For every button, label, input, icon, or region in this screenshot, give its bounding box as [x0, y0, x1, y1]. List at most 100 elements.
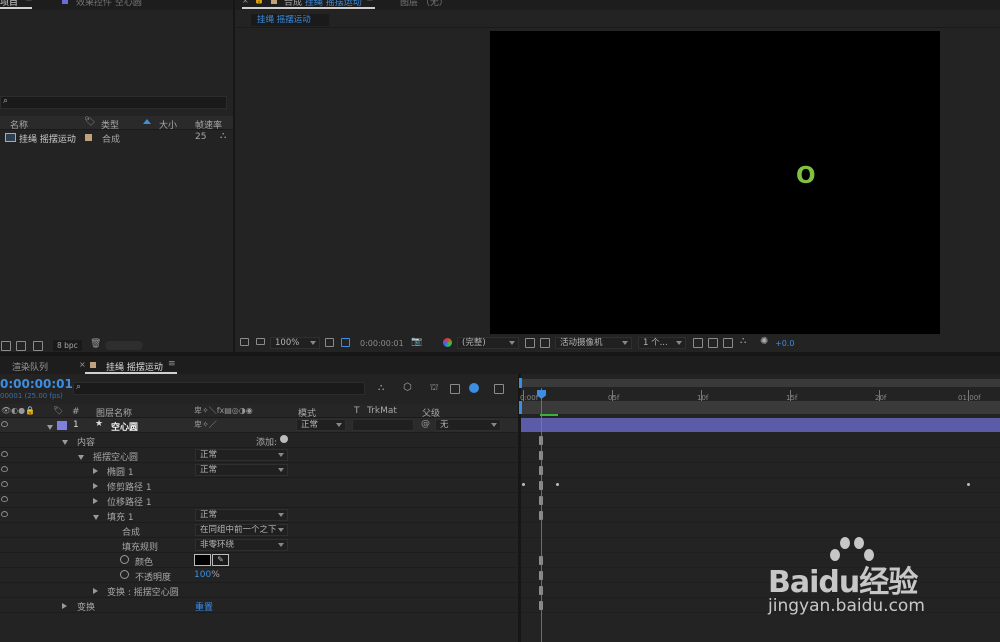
work-area-bar[interactable] — [521, 379, 1000, 387]
keyframe-dot[interactable] — [522, 483, 525, 486]
current-time[interactable]: 0:00:00:01 — [0, 377, 73, 391]
views-dropdown[interactable]: 1 个... — [638, 337, 686, 349]
trkmat-box[interactable] — [352, 419, 414, 431]
visibility-eye-icon[interactable] — [1, 421, 8, 427]
add-menu-icon[interactable] — [280, 435, 288, 443]
layer-mode-dropdown[interactable]: 正常 — [296, 419, 346, 431]
lock-icon[interactable]: 🔒 — [254, 0, 264, 4]
fill-rule-dropdown[interactable]: 非零环绕 — [195, 539, 288, 551]
motion-blur-icon[interactable] — [469, 383, 479, 393]
close-icon[interactable]: × — [242, 0, 249, 5]
property-row-group[interactable]: 摇摆空心圆 正常 — [0, 448, 518, 463]
graph-editor-icon[interactable] — [494, 384, 504, 394]
visibility-eye-icon[interactable] — [1, 496, 8, 502]
expand-icon[interactable] — [93, 467, 98, 477]
expand-icon[interactable] — [93, 497, 98, 507]
expand-icon[interactable] — [93, 513, 99, 523]
add-label[interactable]: 添加: — [256, 435, 277, 448]
viewer-timecode[interactable]: 0:00:00:01 — [360, 339, 404, 348]
color-channel-icon[interactable] — [443, 338, 452, 347]
property-row-ellipse[interactable]: 椭圆 1 正常 — [0, 463, 518, 478]
expand-layer-icon[interactable] — [47, 423, 53, 433]
nav-start-handle[interactable] — [519, 401, 522, 414]
project-search[interactable]: ⌕ — [0, 96, 227, 109]
parent-pickwhip-icon[interactable]: @ — [421, 419, 430, 429]
property-row-transform[interactable]: 变换 重置 — [0, 598, 518, 613]
work-area-start-handle[interactable] — [519, 378, 522, 388]
timeline-menu-icon[interactable]: ≡ — [168, 359, 176, 369]
visibility-eye-icon[interactable] — [1, 511, 8, 517]
layer-name[interactable]: 空心圆 — [111, 420, 138, 433]
effects-tab[interactable]: 效果控件 空心圆 — [76, 0, 142, 8]
timeline-search[interactable]: ⌕ — [73, 382, 365, 395]
draft-3d-icon[interactable]: ⬡ — [403, 382, 412, 393]
3d-view-icon[interactable] — [723, 338, 733, 348]
composite-dropdown[interactable]: 在同组中前一个之下 — [195, 524, 288, 536]
visibility-eye-icon[interactable] — [1, 466, 8, 472]
property-row-offset-paths[interactable]: 位移路径 1 — [0, 493, 518, 508]
comp-canvas[interactable]: O — [490, 31, 940, 334]
region-icon[interactable] — [341, 338, 350, 347]
parent-dropdown[interactable]: 无 — [435, 419, 501, 431]
col-size[interactable]: 大小 — [159, 118, 177, 131]
close-icon[interactable]: × — [79, 360, 86, 369]
new-folder-icon[interactable] — [16, 341, 26, 351]
stopwatch-icon[interactable] — [120, 570, 129, 579]
property-row-transform-group[interactable]: 变换 : 摇摆空心圆 — [0, 583, 518, 598]
frame-blend-icon[interactable] — [450, 384, 460, 394]
flow-tab[interactable]: 挂绳 摇摆运动 — [251, 14, 329, 26]
stopwatch-icon[interactable] — [120, 555, 129, 564]
always-preview-icon[interactable] — [240, 338, 249, 346]
fast-preview-icon[interactable] — [525, 338, 535, 348]
render-queue-tab[interactable]: 渲染队列 — [12, 360, 48, 373]
color-swatch[interactable] — [194, 554, 211, 566]
col-fps[interactable]: 帧速率 — [195, 118, 222, 131]
col-trkmat[interactable]: TrkMat — [367, 406, 397, 416]
keyframe-dot[interactable] — [556, 483, 559, 486]
expand-icon[interactable] — [93, 587, 98, 597]
hollow-circle-shape[interactable]: O — [796, 163, 816, 189]
expand-icon[interactable] — [93, 482, 98, 492]
expand-icon[interactable] — [62, 602, 67, 612]
opacity-value[interactable]: 100% — [194, 570, 220, 580]
shy-icon[interactable]: ⛫ — [430, 383, 438, 394]
time-navigator-bar[interactable] — [521, 401, 1000, 414]
flowchart-view-icon[interactable]: ⛬ — [740, 336, 746, 346]
property-row-trim-paths[interactable]: 修剪路径 1 — [0, 478, 518, 493]
blend-mode-dropdown[interactable]: 正常 — [195, 464, 288, 476]
property-row-color[interactable]: 颜色 ✎ — [0, 553, 518, 568]
col-type[interactable]: 类型 — [101, 118, 119, 131]
comp-menu-icon[interactable]: ≡ — [366, 0, 374, 4]
blend-mode-dropdown[interactable]: 正常 — [195, 509, 288, 521]
property-row-fill[interactable]: 填充 1 正常 — [0, 508, 518, 523]
keyframe-dot[interactable] — [967, 483, 970, 486]
layer-row[interactable]: 1 ★ 空心圆 卑✧／ 正常 @ 无 — [0, 418, 518, 433]
col-name[interactable]: 名称 — [10, 118, 28, 131]
menu-icon[interactable]: ≡ — [25, 0, 33, 4]
layer-color-swatch[interactable] — [57, 421, 67, 430]
eyedropper-icon[interactable]: ✎ — [212, 554, 229, 566]
transparency-grid-icon[interactable] — [540, 338, 550, 348]
bpc-badge[interactable]: 8 bpc — [53, 340, 82, 351]
reset-exposure-icon[interactable] — [708, 338, 718, 348]
property-row-opacity[interactable]: 不透明度 100% — [0, 568, 518, 583]
camera-dropdown[interactable]: 活动摄像机 — [555, 337, 632, 349]
monitor-icon[interactable] — [256, 338, 265, 345]
property-row-content[interactable]: 内容 添加: — [0, 433, 518, 448]
reset-link[interactable]: 重置 — [195, 600, 213, 613]
trash-icon[interactable]: 🗑 — [90, 339, 101, 349]
project-item[interactable]: 挂绳 摇摆运动 合成 25 ⛬ — [0, 131, 233, 145]
layer-duration-bar[interactable] — [521, 418, 1000, 432]
exposure-value[interactable]: +0.0 — [775, 339, 794, 348]
property-row-composite[interactable]: 合成 在同组中前一个之下 — [0, 523, 518, 538]
comp-mini-flowchart-icon[interactable]: ⛬ — [378, 383, 384, 393]
zoom-dropdown[interactable]: 100% — [270, 337, 320, 349]
time-ruler[interactable] — [521, 388, 1000, 401]
opacity-number[interactable]: 100 — [194, 570, 211, 580]
camera-snapshot-icon[interactable]: 📷 — [411, 337, 422, 347]
visibility-eye-icon[interactable] — [1, 481, 8, 487]
toggle-pixel-aspect-icon[interactable] — [693, 338, 703, 348]
project-scrollbar[interactable] — [105, 341, 143, 350]
new-comp-icon[interactable] — [33, 341, 43, 351]
blend-mode-dropdown[interactable]: 正常 — [195, 449, 288, 461]
